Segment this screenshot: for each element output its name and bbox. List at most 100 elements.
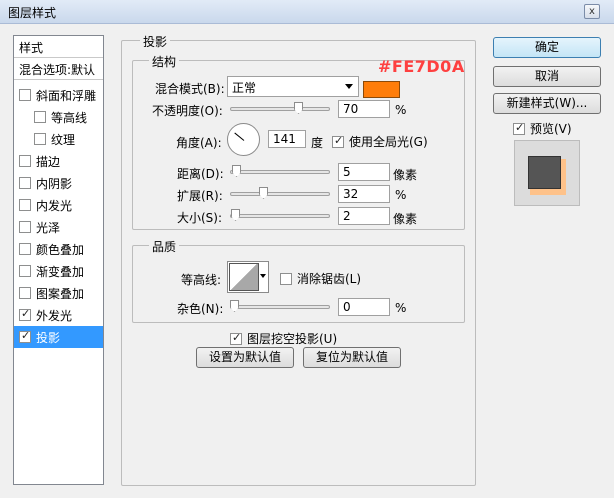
- style-list-item-label: 渐变叠加: [36, 264, 85, 279]
- style-list-item-label: 内发光: [36, 198, 73, 213]
- style-checkbox-icon[interactable]: [19, 265, 31, 277]
- style-list-item[interactable]: 图案叠加: [14, 282, 103, 304]
- contour-label: 等高线:: [181, 273, 222, 287]
- style-checkbox-icon[interactable]: [19, 155, 31, 167]
- style-list-item[interactable]: 渐变叠加: [14, 260, 103, 282]
- chevron-down-icon[interactable]: [260, 274, 266, 278]
- noise-label: 杂色(N):: [177, 302, 224, 316]
- distance-unit: 像素: [393, 168, 418, 182]
- spread-slider[interactable]: [230, 187, 330, 201]
- spread-input[interactable]: 32: [338, 185, 390, 203]
- noise-slider-thumb[interactable]: [230, 300, 239, 312]
- window-title: 图层样式: [8, 6, 57, 20]
- blend-mode-select[interactable]: 正常: [227, 76, 359, 97]
- size-unit: 像素: [393, 212, 418, 226]
- opacity-unit: %: [395, 103, 407, 117]
- noise-input[interactable]: 0: [338, 298, 390, 316]
- noise-slider[interactable]: [230, 300, 330, 314]
- antialias-check-icon[interactable]: [280, 272, 292, 285]
- quality-title: 品质: [149, 238, 180, 255]
- style-list-item[interactable]: 外发光: [14, 304, 103, 326]
- antialias-checkbox[interactable]: 消除锯齿(L): [280, 270, 361, 287]
- style-list: 样式 混合选项:默认 斜面和浮雕等高线纹理描边内阴影内发光光泽颜色叠加渐变叠加图…: [13, 35, 104, 485]
- reset-default-button[interactable]: 复位为默认值: [303, 347, 401, 368]
- opacity-input[interactable]: 70: [338, 100, 390, 118]
- style-list-item[interactable]: 内阴影: [14, 172, 103, 194]
- global-light-label: 使用全局光(G): [349, 135, 428, 149]
- style-list-item-label: 斜面和浮雕: [36, 88, 97, 103]
- shadow-color-swatch[interactable]: [363, 81, 400, 98]
- style-list-item-label: 图案叠加: [36, 286, 85, 301]
- style-list-item-label: 等高线: [51, 110, 88, 125]
- distance-slider-thumb[interactable]: [232, 165, 241, 177]
- style-list-item[interactable]: 描边: [14, 150, 103, 172]
- distance-label: 距离(D):: [177, 167, 224, 181]
- style-checkbox-icon[interactable]: [19, 221, 31, 233]
- size-slider-thumb[interactable]: [231, 209, 240, 221]
- opacity-slider[interactable]: [230, 102, 330, 116]
- panel-title: 投影: [140, 33, 171, 50]
- style-checkbox-icon[interactable]: [19, 287, 31, 299]
- preview-check-icon[interactable]: [513, 121, 525, 135]
- noise-unit: %: [395, 301, 407, 315]
- style-checkbox-icon[interactable]: [19, 307, 31, 321]
- style-checkbox-icon[interactable]: [19, 177, 31, 189]
- angle-needle: [234, 132, 245, 141]
- style-list-item-label: 颜色叠加: [36, 242, 85, 257]
- spread-slider-thumb[interactable]: [259, 187, 268, 199]
- style-list-item[interactable]: 光泽: [14, 216, 103, 238]
- style-list-item[interactable]: 斜面和浮雕: [14, 84, 103, 106]
- title-bar: 图层样式 x: [0, 0, 614, 24]
- style-list-item-label: 描边: [36, 154, 61, 169]
- chevron-down-icon: [345, 84, 353, 89]
- distance-input[interactable]: 5: [338, 163, 390, 181]
- angle-input[interactable]: 141: [268, 130, 306, 148]
- ok-button[interactable]: 确定: [493, 37, 601, 58]
- style-checkbox-icon[interactable]: [19, 199, 31, 211]
- spread-unit: %: [395, 188, 407, 202]
- style-list-item-label: 外发光: [36, 308, 73, 323]
- size-slider[interactable]: [230, 209, 330, 223]
- contour-picker[interactable]: [227, 261, 269, 293]
- preview-label: 预览(V): [530, 122, 572, 136]
- cancel-button[interactable]: 取消: [493, 66, 601, 87]
- style-list-item[interactable]: 内发光: [14, 194, 103, 216]
- new-style-button[interactable]: 新建样式(W)...: [493, 93, 601, 114]
- blend-mode-value: 正常: [232, 81, 257, 95]
- size-label: 大小(S):: [177, 211, 223, 225]
- blend-options-item[interactable]: 混合选项:默认: [14, 58, 103, 80]
- blend-mode-label: 混合模式(B):: [155, 82, 225, 96]
- style-list-item[interactable]: 纹理: [14, 128, 103, 150]
- structure-title: 结构: [149, 53, 180, 70]
- knockout-checkbox[interactable]: 图层挖空投影(U): [230, 330, 337, 347]
- style-list-item[interactable]: 等高线: [14, 106, 103, 128]
- make-default-button[interactable]: 设置为默认值: [196, 347, 294, 368]
- style-list-header[interactable]: 样式: [14, 36, 103, 58]
- style-checkbox-icon[interactable]: [34, 111, 46, 123]
- opacity-slider-thumb[interactable]: [294, 102, 303, 114]
- knockout-label: 图层挖空投影(U): [247, 332, 338, 346]
- spread-label: 扩展(R):: [177, 189, 223, 203]
- style-list-item-label: 光泽: [36, 220, 61, 235]
- preview-swatch: [528, 156, 561, 189]
- antialias-label: 消除锯齿(L): [297, 272, 362, 286]
- style-checkbox-icon[interactable]: [19, 329, 31, 343]
- style-checkbox-icon[interactable]: [19, 89, 31, 101]
- preview-checkbox[interactable]: 预览(V): [513, 120, 572, 137]
- knockout-check-icon[interactable]: [230, 331, 242, 345]
- size-input[interactable]: 2: [338, 207, 390, 225]
- style-preview: [514, 140, 580, 206]
- global-light-check-icon[interactable]: [332, 134, 344, 148]
- global-light-checkbox[interactable]: 使用全局光(G): [332, 133, 428, 150]
- opacity-label: 不透明度(O):: [152, 104, 223, 118]
- style-list-item[interactable]: 投影: [14, 326, 103, 348]
- style-list-item[interactable]: 颜色叠加: [14, 238, 103, 260]
- angle-label: 角度(A):: [176, 136, 222, 150]
- contour-curve-icon: [229, 263, 259, 291]
- style-list-item-label: 纹理: [51, 132, 76, 147]
- angle-dial[interactable]: [227, 123, 260, 156]
- distance-slider[interactable]: [230, 165, 330, 179]
- close-icon[interactable]: x: [584, 4, 600, 19]
- style-checkbox-icon[interactable]: [34, 133, 46, 145]
- style-checkbox-icon[interactable]: [19, 243, 31, 255]
